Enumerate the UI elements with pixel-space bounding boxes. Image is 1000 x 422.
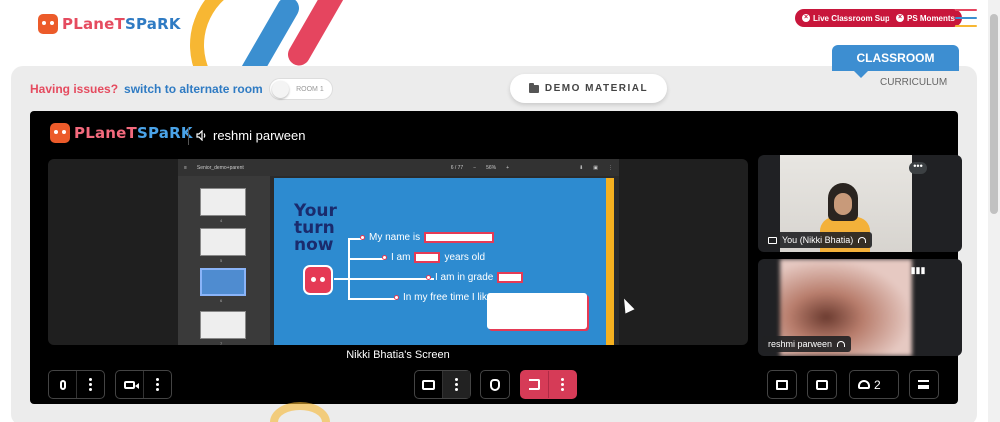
more-vert-icon: [89, 378, 92, 391]
more-menu-button[interactable]: [910, 371, 937, 398]
alternate-room-switch: Having issues? switch to alternate room …: [30, 78, 333, 100]
leave-options-button[interactable]: [549, 371, 576, 398]
connection-icon: [858, 237, 867, 243]
menu-icon: ≡: [184, 164, 187, 171]
raise-hand-button[interactable]: [481, 371, 508, 398]
menu-control: [909, 370, 939, 399]
present-screen-icon: [422, 379, 435, 390]
thumbnail: [200, 188, 246, 216]
brand-logo[interactable]: PLaneTSPaRK: [38, 14, 181, 34]
robot-mascot-icon: [303, 265, 333, 295]
screen-share-caption: Nikki Bhatia's Screen: [346, 349, 450, 361]
hand-icon: [489, 378, 500, 391]
page-scrollbar[interactable]: [988, 0, 1000, 422]
present-options-button[interactable]: [443, 371, 470, 398]
present-screen-button[interactable]: [415, 371, 442, 398]
speaker-volume-icon: [196, 130, 206, 141]
switch-room-link[interactable]: switch to alternate room: [124, 82, 263, 96]
video-camera-icon: [124, 380, 139, 389]
scrollbar-thumb[interactable]: [990, 14, 998, 214]
chat-button[interactable]: [808, 371, 835, 398]
whiteboard-icon: [775, 379, 788, 390]
robot-logo-icon: [38, 14, 58, 34]
hamburger-menu-icon[interactable]: [955, 9, 977, 27]
active-speaker: reshmi parween: [196, 128, 306, 143]
close-circle-icon: ×: [802, 14, 810, 22]
zoom-in-icon: +: [506, 164, 510, 171]
chat-control: [807, 370, 837, 399]
chat-icon: [815, 379, 828, 390]
camera-control: [115, 370, 172, 399]
participant-name-chip: You (Nikki Bhatia): [762, 232, 873, 248]
thumbnail: [200, 228, 246, 256]
shared-screen: ≡ Senior_demo+parent 6 / 77 − 56% + ⬇ ▣ …: [178, 159, 619, 346]
download-icon: ⬇: [579, 164, 584, 171]
slide-title: Your turn now: [294, 201, 337, 255]
pdf-toolbar: ≡ Senior_demo+parent 6 / 77 − 56% + ⬇ ▣ …: [178, 159, 619, 176]
demo-material-button[interactable]: DEMO MATERIAL: [510, 74, 667, 103]
more-options-icon[interactable]: •••: [909, 162, 927, 174]
thumbnail-selected: [200, 268, 246, 296]
leave-call-button[interactable]: [521, 371, 548, 398]
issues-text: Having issues?: [30, 82, 119, 96]
microphone-icon: [59, 379, 66, 390]
header-divider: [188, 127, 189, 145]
tab-curriculum[interactable]: CURRICULUM: [880, 77, 947, 88]
close-circle-icon: ×: [896, 14, 904, 22]
camera-options-button[interactable]: [144, 371, 171, 398]
more-vert-icon: [156, 378, 159, 391]
connection-icon: [837, 341, 846, 347]
slide-thumbnails: 4 5 6 7: [178, 176, 270, 346]
leave-control: [520, 370, 577, 399]
tab-classroom[interactable]: CLASSROOM: [832, 45, 959, 78]
more-vert-icon: [561, 378, 564, 391]
present-control: [414, 370, 471, 399]
thumbnail: [200, 311, 246, 339]
mic-button[interactable]: [49, 371, 76, 398]
current-slide: Your turn now My name is I am years old I…: [274, 178, 614, 345]
audio-level-icon: ▮▮▮: [910, 265, 926, 275]
raise-hand-control: [480, 370, 510, 399]
menu-icon: [918, 380, 929, 389]
ps-moments-button[interactable]: × PS Moments: [889, 9, 963, 27]
people-icon: [858, 380, 870, 389]
participants-button[interactable]: 2: [849, 370, 899, 399]
meeting-brand-logo: PLaneTSPaRK: [50, 123, 193, 143]
participant-count: 2: [874, 377, 881, 392]
folder-icon: [528, 82, 539, 93]
room-toggle[interactable]: ROOM 1: [268, 78, 333, 100]
whiteboard-control: [767, 370, 797, 399]
print-icon: ▣: [593, 164, 598, 171]
more-vert-icon: ⋮: [608, 164, 613, 171]
screen-share-icon: [768, 236, 777, 244]
participant-tile-reshmi[interactable]: ▮▮▮ reshmi parween: [758, 259, 962, 356]
leave-icon: [529, 379, 540, 390]
participant-tile-self[interactable]: ••• You (Nikki Bhatia): [758, 155, 962, 252]
mic-control: [48, 370, 105, 399]
mic-options-button[interactable]: [77, 371, 104, 398]
more-vert-icon: [455, 378, 458, 391]
answer-box: [487, 293, 587, 329]
whiteboard-button[interactable]: [768, 371, 795, 398]
participant-name-chip: reshmi parween: [762, 336, 852, 352]
camera-button[interactable]: [116, 371, 143, 398]
zoom-out-icon: −: [473, 164, 477, 171]
robot-logo-icon: [50, 123, 70, 143]
